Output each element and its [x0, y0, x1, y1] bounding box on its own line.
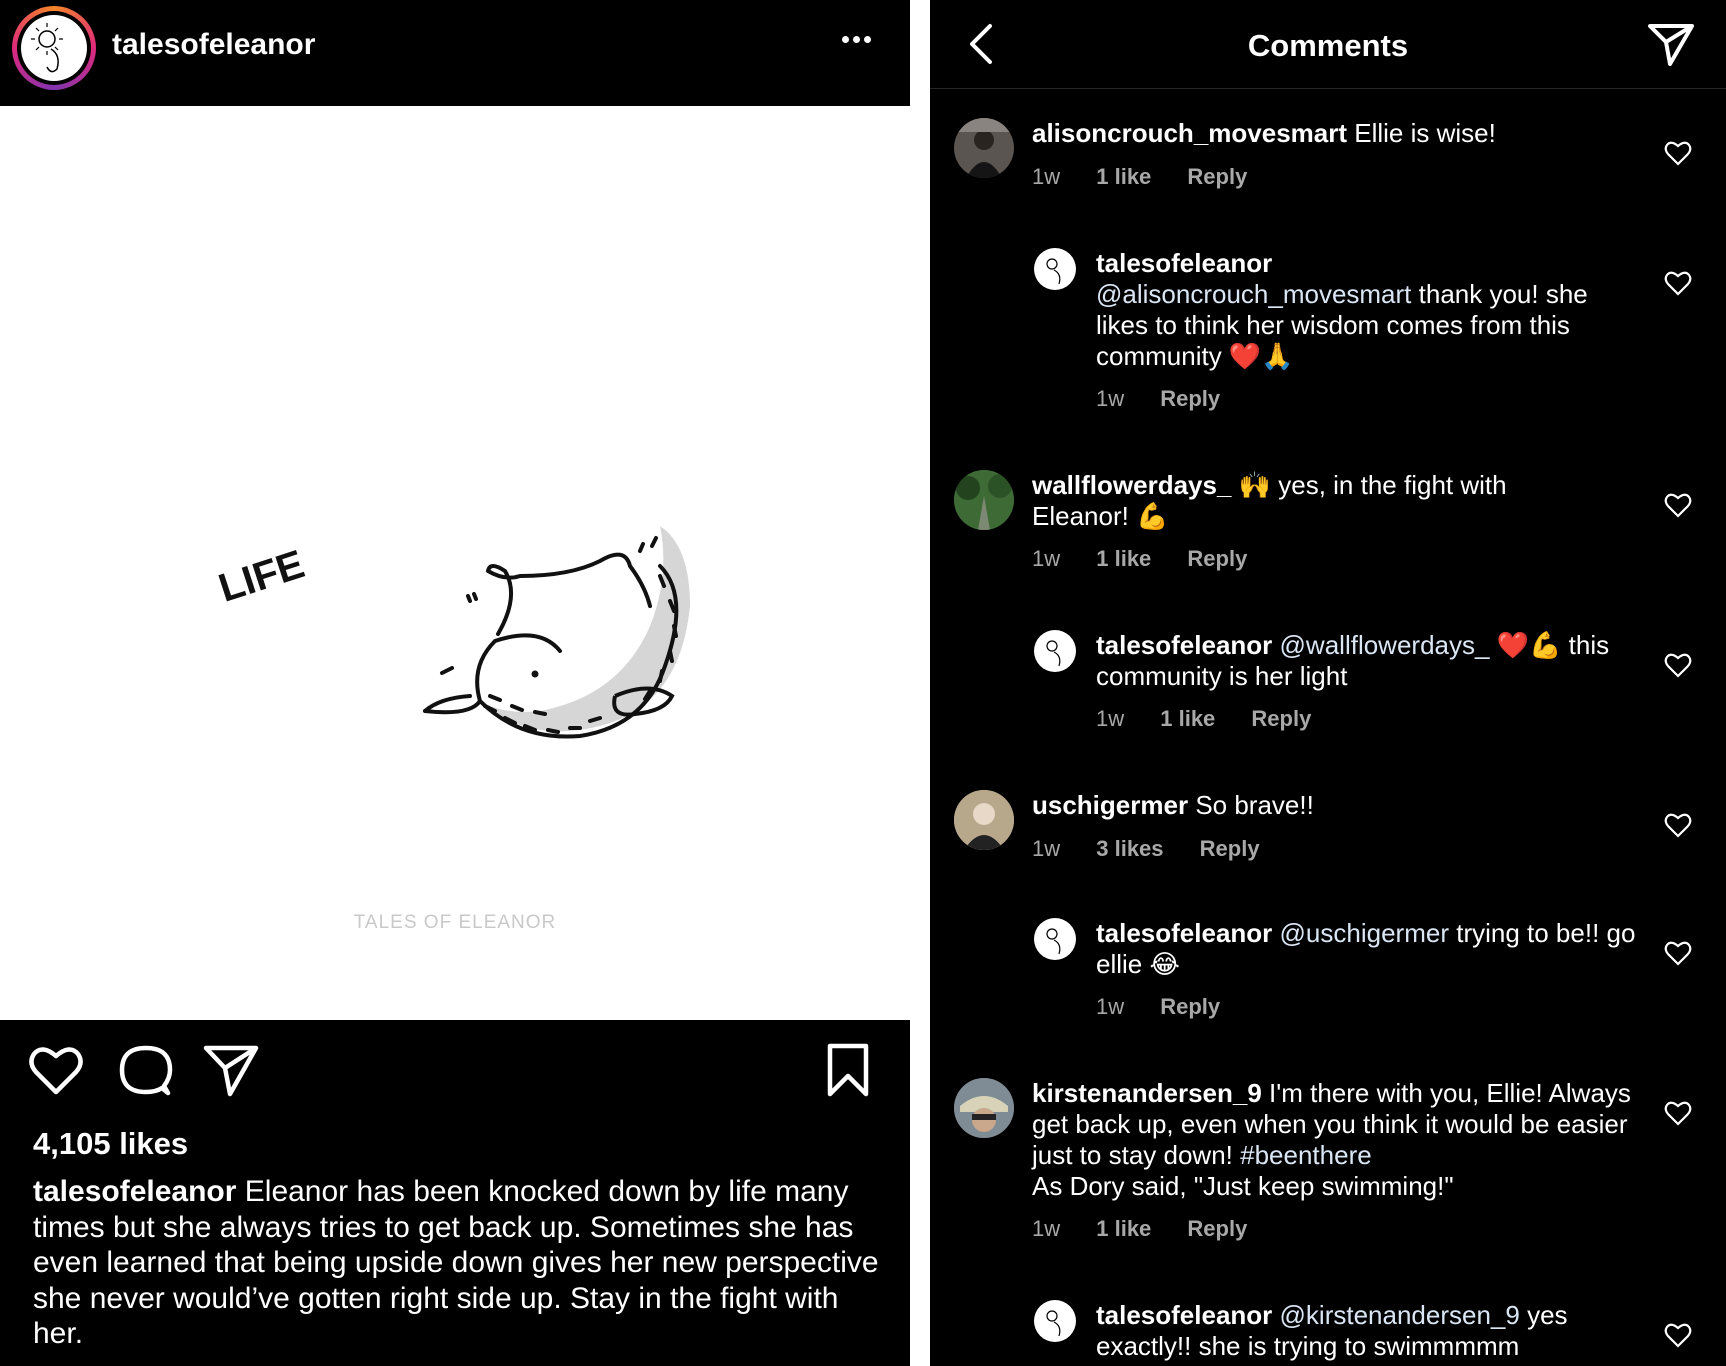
- comment-username[interactable]: wallflowerdays_: [1032, 470, 1231, 500]
- life-word: LIFE: [214, 542, 310, 611]
- hedgehog-illustration: LIFE TALES OF ELEANOR: [214, 526, 690, 933]
- like-comment-icon[interactable]: [1664, 652, 1692, 678]
- more-options-icon[interactable]: [842, 30, 882, 54]
- comment-icon[interactable]: [114, 1040, 174, 1100]
- reply-button[interactable]: Reply: [1187, 164, 1247, 189]
- commenter-avatar[interactable]: [1034, 918, 1076, 960]
- comments-panel: Comments alisoncrouch_movesmart Ellie is…: [930, 0, 1726, 1366]
- comment-likes[interactable]: 1 like: [1096, 546, 1151, 571]
- post-panel: talesofeleanor LIFE TALES OF ELEANOR 4,1…: [0, 0, 910, 1366]
- page-title: Comments: [1247, 28, 1409, 63]
- comment-time: 1w: [1032, 1216, 1061, 1241]
- reply-button[interactable]: Reply: [1160, 994, 1220, 1019]
- commenter-avatar[interactable]: [1034, 248, 1076, 290]
- comment-username[interactable]: uschigermer: [1032, 790, 1188, 820]
- comment-likes[interactable]: 1 like: [1096, 1216, 1151, 1241]
- comment-text: Ellie is wise!: [1354, 118, 1496, 148]
- comment-time: 1w: [1032, 546, 1061, 571]
- like-comment-icon[interactable]: [1664, 940, 1692, 966]
- comment-username[interactable]: kirstenandersen_9: [1032, 1078, 1262, 1108]
- commenter-avatar[interactable]: [954, 790, 1014, 850]
- reply-button[interactable]: Reply: [1187, 546, 1247, 571]
- comment-mention[interactable]: @alisoncrouch_movesmart: [1096, 279, 1411, 309]
- reply-button[interactable]: Reply: [1160, 386, 1220, 411]
- comment-mention[interactable]: @kirstenandersen_9: [1280, 1300, 1520, 1330]
- caption-username[interactable]: talesofeleanor: [33, 1175, 236, 1208]
- comments-header: Comments: [930, 0, 1726, 89]
- profile-avatar[interactable]: [12, 6, 96, 90]
- post-actions-bar: [0, 1040, 910, 1104]
- post-header: talesofeleanor: [0, 0, 910, 106]
- likes-count[interactable]: 4,105 likes: [33, 1126, 188, 1162]
- comment-likes[interactable]: 1 like: [1160, 706, 1215, 731]
- image-watermark: TALES OF ELEANOR: [354, 912, 557, 933]
- reply-button[interactable]: Reply: [1200, 836, 1260, 861]
- commenter-avatar[interactable]: [1034, 1300, 1076, 1342]
- reply-button[interactable]: Reply: [1251, 706, 1311, 731]
- comment-text: So brave!!: [1195, 790, 1314, 820]
- heart-icon[interactable]: [26, 1040, 86, 1100]
- comment-username[interactable]: talesofeleanor: [1096, 630, 1272, 660]
- comment-username[interactable]: alisoncrouch_movesmart: [1032, 118, 1347, 148]
- comment-likes[interactable]: 3 likes: [1096, 836, 1163, 861]
- comment-time: 1w: [1096, 706, 1125, 731]
- comment-mention[interactable]: @uschigermer: [1280, 918, 1449, 948]
- comment-time: 1w: [1096, 386, 1125, 411]
- like-comment-icon[interactable]: [1664, 1100, 1692, 1126]
- post-username[interactable]: talesofeleanor: [112, 28, 315, 62]
- comment-username[interactable]: talesofeleanor: [1096, 918, 1272, 948]
- send-icon[interactable]: [1646, 22, 1696, 68]
- panel-divider: [910, 0, 930, 1366]
- like-comment-icon[interactable]: [1664, 270, 1692, 296]
- comment-hashtag[interactable]: #beenthere: [1240, 1140, 1372, 1170]
- post-image[interactable]: LIFE TALES OF ELEANOR: [0, 106, 910, 1020]
- avatar-drawing-icon: [31, 23, 63, 73]
- bookmark-icon[interactable]: [818, 1040, 878, 1100]
- comment-text-continued: As Dory said, "Just keep swimming!": [1032, 1171, 1454, 1201]
- commenter-avatar[interactable]: [954, 470, 1014, 530]
- commenter-avatar[interactable]: [954, 1078, 1014, 1138]
- comment-time: 1w: [1032, 164, 1061, 189]
- comment-time: 1w: [1032, 836, 1061, 861]
- share-icon[interactable]: [200, 1040, 260, 1100]
- comment-likes[interactable]: 1 like: [1096, 164, 1151, 189]
- like-comment-icon[interactable]: [1664, 1322, 1692, 1348]
- comment-username[interactable]: talesofeleanor: [1096, 248, 1272, 278]
- comment-time: 1w: [1096, 994, 1125, 1019]
- like-comment-icon[interactable]: [1664, 492, 1692, 518]
- commenter-avatar[interactable]: [1034, 630, 1076, 672]
- post-caption: talesofeleanor Eleanor has been knocked …: [33, 1174, 883, 1352]
- comment-mention[interactable]: @wallflowerdays_: [1280, 630, 1490, 660]
- reply-button[interactable]: Reply: [1187, 1216, 1247, 1241]
- commenter-avatar[interactable]: [954, 118, 1014, 178]
- like-comment-icon[interactable]: [1664, 140, 1692, 166]
- like-comment-icon[interactable]: [1664, 812, 1692, 838]
- comment-username[interactable]: talesofeleanor: [1096, 1300, 1272, 1330]
